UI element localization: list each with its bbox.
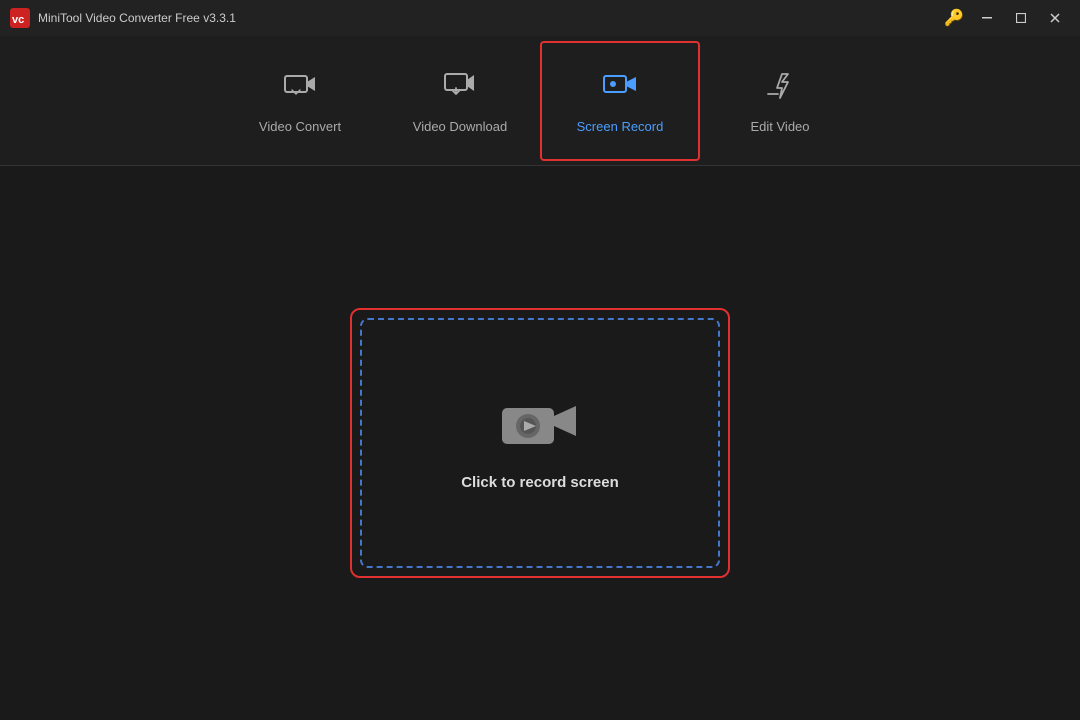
tab-edit-video[interactable]: Edit Video: [700, 41, 860, 161]
app-logo: vc: [10, 8, 30, 28]
tab-video-download[interactable]: Video Download: [380, 41, 540, 161]
record-button[interactable]: Click to record screen: [360, 318, 720, 568]
svg-text:vc: vc: [12, 14, 24, 26]
tab-video-convert[interactable]: Video Convert: [220, 41, 380, 161]
screen-record-icon: [602, 68, 638, 109]
tab-screen-record[interactable]: Screen Record: [540, 41, 700, 161]
video-convert-icon: [282, 68, 318, 109]
minimize-button[interactable]: [972, 6, 1002, 30]
main-content: Click to record screen: [0, 166, 1080, 720]
nav-tabs: Video Convert Video Download Screen Reco…: [0, 36, 1080, 166]
tab-video-download-label: Video Download: [413, 119, 507, 134]
tab-screen-record-label: Screen Record: [577, 119, 664, 134]
key-icon[interactable]: 🔑: [944, 8, 964, 28]
window-controls: [972, 6, 1070, 30]
record-label: Click to record screen: [461, 474, 619, 491]
maximize-button[interactable]: [1006, 6, 1036, 30]
video-download-icon: [442, 68, 478, 109]
title-bar: vc MiniTool Video Converter Free v3.3.1 …: [0, 0, 1080, 36]
close-button[interactable]: [1040, 6, 1070, 30]
edit-video-icon: [762, 68, 798, 109]
app-title: MiniTool Video Converter Free v3.3.1: [38, 11, 944, 25]
camera-icon: [500, 396, 580, 456]
tab-video-convert-label: Video Convert: [259, 119, 341, 134]
tab-edit-video-label: Edit Video: [750, 119, 809, 134]
record-area: Click to record screen: [350, 308, 730, 578]
